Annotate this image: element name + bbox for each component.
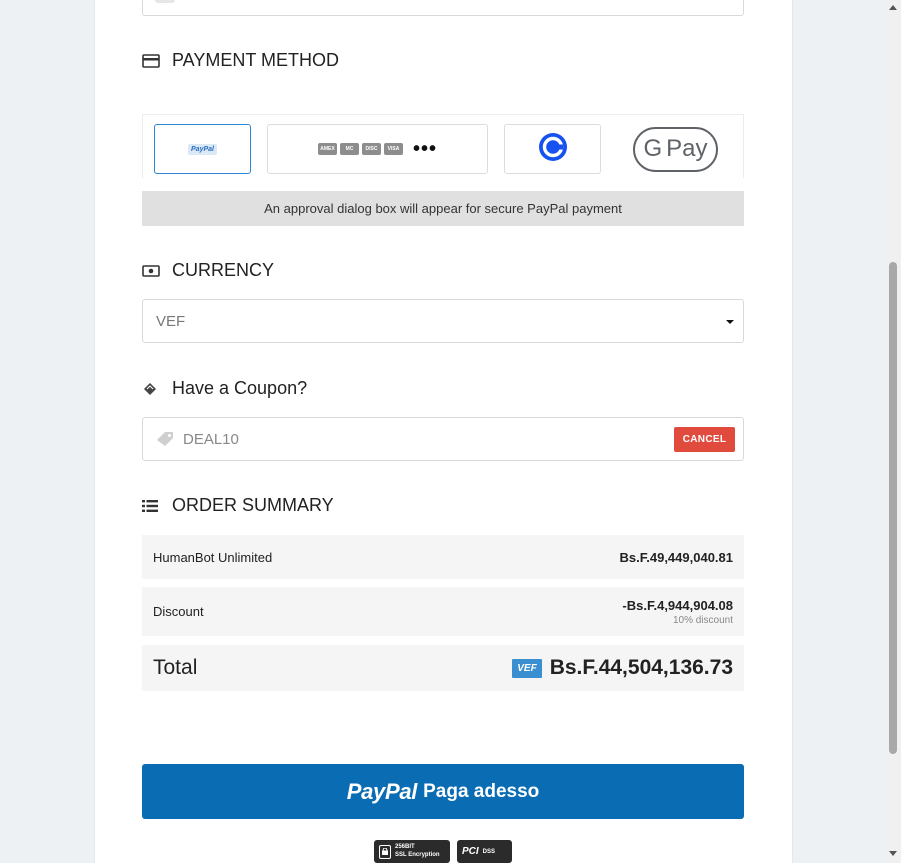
discover-icon: DISC <box>361 143 381 155</box>
paypal-wordmark: PayPal <box>346 778 418 804</box>
order-summary-title: ORDER SUMMARY <box>172 495 334 515</box>
field-icon-stub <box>155 0 175 3</box>
discount-note: 10% discount <box>672 614 733 626</box>
total-label: Total <box>153 656 198 679</box>
payment-method-title: PAYMENT METHOD <box>172 50 340 70</box>
ssl-line-2: SSL Encryption <box>395 851 440 858</box>
tag-icon <box>155 430 175 448</box>
more-options-icon: ••• <box>412 138 437 160</box>
currency-title: CURRENCY <box>172 260 275 280</box>
card-logos: AMEX MC DISC VISA <box>317 143 403 155</box>
ssl-text: 256BIT SSL Encryption <box>395 844 440 858</box>
coupon-code-value: DEAL10 <box>183 430 239 448</box>
scroll-down-arrow-icon[interactable] <box>889 851 897 856</box>
lock-icon <box>379 844 391 859</box>
discount-label: Discount <box>153 604 204 619</box>
currency-selected-value: VEF <box>156 312 186 330</box>
previous-input-field[interactable] <box>142 0 744 16</box>
paypal-option[interactable]: PayPal <box>154 124 251 174</box>
pci-sub-text: DSS <box>482 848 496 855</box>
card-option[interactable]: AMEX MC DISC VISA ••• <box>267 124 488 174</box>
coinbase-option[interactable] <box>504 124 601 174</box>
ssl-line-1: 256BIT <box>395 844 415 851</box>
amex-icon: AMEX <box>317 143 337 155</box>
currency-heading: CURRENCY <box>142 260 274 281</box>
list-icon <box>142 497 164 515</box>
summary-total-row: Total VEF Bs.F.44,504,136.73 <box>142 645 744 691</box>
currency-select[interactable]: VEF <box>142 299 744 343</box>
order-summary-heading: ORDER SUMMARY <box>142 495 334 516</box>
coupon-cancel-button[interactable]: CANCEL <box>674 427 735 452</box>
payment-method-heading: PAYMENT METHOD <box>142 50 339 71</box>
pci-text: PCI <box>462 846 479 857</box>
google-pay-icon: G Pay <box>633 126 718 172</box>
payment-method-options: PayPal AMEX MC DISC VISA ••• G Pay <box>142 114 744 178</box>
paypal-approval-notice: An approval dialog box will appear for s… <box>142 191 744 226</box>
credit-card-icon <box>142 52 164 70</box>
caret-down-icon <box>726 320 734 324</box>
discount-values: -Bs.F.4,944,904.08 10% discount <box>622 598 733 626</box>
gpay-pay-text: Pay <box>666 135 708 162</box>
paypal-pay-button[interactable]: PayPal Paga adesso <box>142 764 744 819</box>
item-name: HumanBot Unlimited <box>153 549 273 565</box>
total-values: VEF Bs.F.44,504,136.73 <box>512 656 733 680</box>
summary-item-row: HumanBot Unlimited Bs.F.49,449,040.81 <box>142 535 744 579</box>
coinbase-icon <box>538 132 568 167</box>
vertical-scrollbar[interactable] <box>885 0 901 863</box>
gpay-g-letter: G <box>643 135 663 162</box>
mastercard-icon: MC <box>339 143 359 155</box>
google-pay-option[interactable]: G Pay <box>617 124 734 174</box>
scroll-up-arrow-icon[interactable] <box>889 5 897 10</box>
pay-button-label: Paga adesso <box>423 780 540 802</box>
pci-dss-badge: PCI DSS <box>457 840 512 863</box>
ticket-icon <box>142 380 164 398</box>
item-amount: Bs.F.49,449,040.81 <box>619 549 733 565</box>
coupon-title: Have a Coupon? <box>172 378 308 398</box>
ssl-encryption-badge: 256BIT SSL Encryption <box>374 840 450 863</box>
summary-discount-row: Discount -Bs.F.4,944,904.08 10% discount <box>142 587 744 636</box>
paypal-logo-icon: PayPal <box>188 143 217 155</box>
total-amount: Bs.F.44,504,136.73 <box>549 656 733 679</box>
scrollbar-thumb[interactable] <box>889 262 897 754</box>
money-bill-icon <box>142 262 164 280</box>
coupon-heading: Have a Coupon? <box>142 378 307 399</box>
discount-amount: -Bs.F.4,944,904.08 <box>622 597 733 613</box>
visa-icon: VISA <box>383 143 403 155</box>
coupon-input[interactable]: DEAL10 CANCEL <box>142 417 744 461</box>
currency-badge: VEF <box>512 658 542 678</box>
